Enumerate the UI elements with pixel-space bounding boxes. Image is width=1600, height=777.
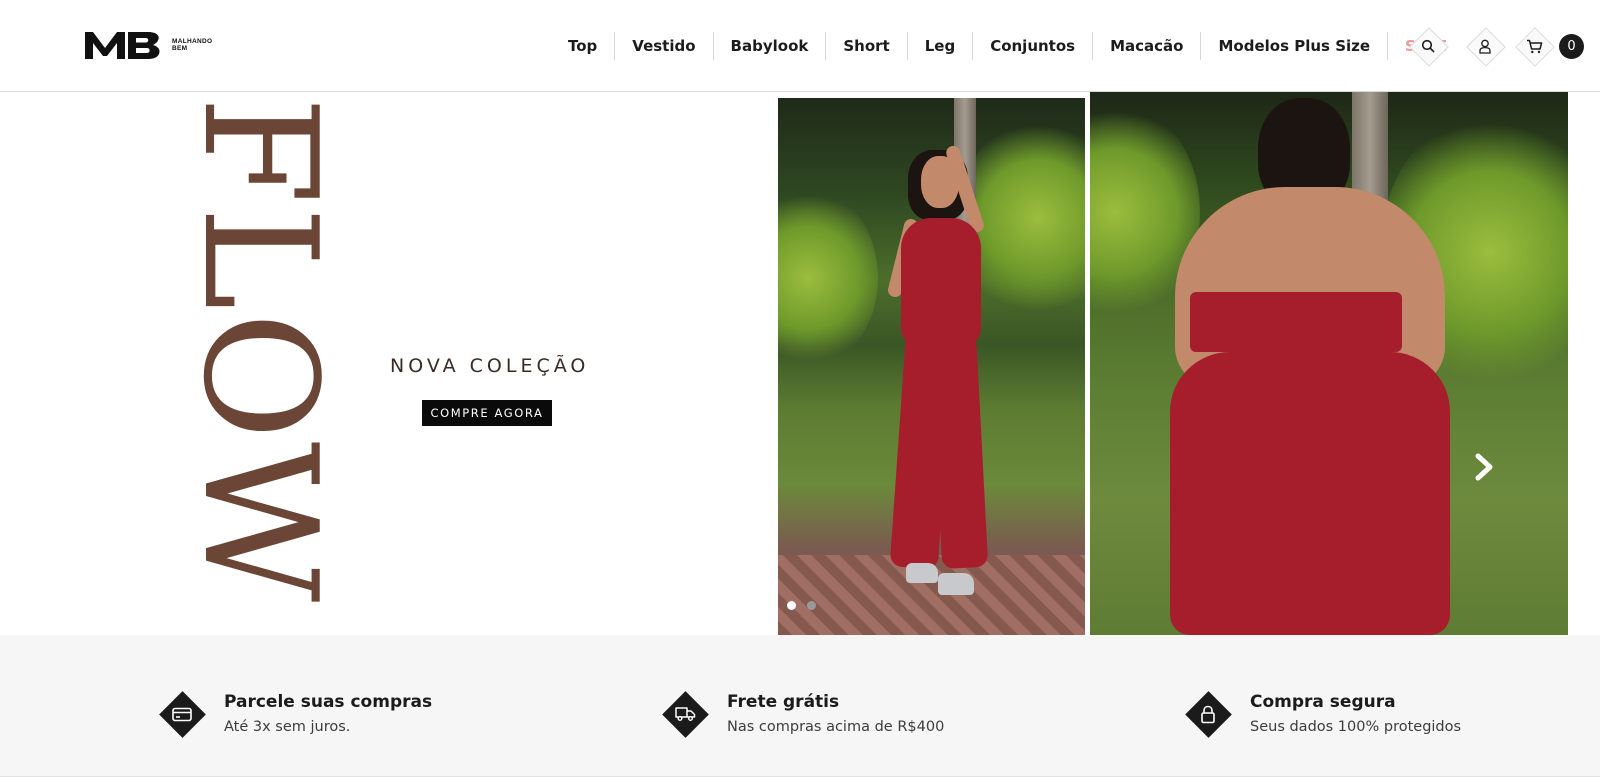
nav-item-macacao[interactable]: Macacão: [1092, 32, 1200, 60]
nav-item-top[interactable]: Top: [551, 32, 614, 60]
nav-item-modelos-plus-size[interactable]: Modelos Plus Size: [1200, 32, 1387, 60]
benefit-secure-purchase: Compra segura Seus dados 100% protegidos: [1184, 690, 1461, 738]
benefit-free-shipping: Frete grátis Nas compras acima de R$400: [661, 690, 944, 738]
nav-item-conjuntos[interactable]: Conjuntos: [972, 32, 1092, 60]
nav-item-short[interactable]: Short: [825, 32, 906, 60]
benefit-subtitle: Nas compras acima de R$400: [727, 719, 945, 735]
search-icon: [1421, 39, 1435, 53]
shop-now-button[interactable]: COMPRE AGORA: [422, 400, 552, 426]
hero-banner[interactable]: FLOW NOVA COLEÇÃO COMPRE AGORA: [0, 92, 1600, 635]
account-button[interactable]: [1466, 27, 1504, 65]
search-button[interactable]: [1409, 27, 1447, 65]
benefit-title: Frete grátis: [727, 692, 840, 712]
main-nav: Top Vestido Babylook Short Leg Conjuntos…: [551, 32, 1464, 60]
hero-photo-back: [1090, 92, 1568, 635]
slider-dot-2[interactable]: [807, 601, 816, 610]
hero-vertical-word: FLOW: [169, 96, 351, 605]
chevron-right-icon[interactable]: [1473, 452, 1495, 482]
benefit-installments: Parcele suas compras Até 3x sem juros.: [158, 690, 432, 738]
credit-card-icon: [172, 707, 192, 721]
logo-sub-line1: MALHANDO: [172, 38, 213, 45]
hero-photo-front: [778, 98, 1085, 635]
lock-icon: [1201, 705, 1215, 723]
nav-item-vestido[interactable]: Vestido: [614, 32, 712, 60]
cart-count-badge[interactable]: 0: [1559, 34, 1584, 59]
site-header: MALHANDO BEM Top Vestido Babylook Short …: [0, 0, 1600, 92]
logo-mark: [85, 32, 160, 59]
user-icon: [1479, 39, 1491, 54]
benefit-title: Parcele suas compras: [224, 692, 433, 712]
benefits-bar: Parcele suas compras Até 3x sem juros. F…: [0, 635, 1600, 777]
slider-dot-1[interactable]: [787, 601, 796, 610]
slider-pagination: [787, 601, 816, 610]
truck-icon: [674, 707, 695, 721]
benefit-subtitle: Até 3x sem juros.: [224, 719, 351, 735]
brand-logo[interactable]: MALHANDO BEM: [84, 28, 212, 62]
cart-icon: [1526, 39, 1542, 53]
logo-sub-line2: BEM: [172, 45, 188, 52]
benefit-subtitle: Seus dados 100% protegidos: [1250, 719, 1462, 735]
benefit-title: Compra segura: [1250, 692, 1396, 712]
benefit-icon-wrap: [661, 690, 709, 738]
cart-button[interactable]: [1515, 27, 1553, 65]
nav-item-babylook[interactable]: Babylook: [712, 32, 826, 60]
logo-wordmark: MALHANDO BEM: [172, 38, 212, 52]
hero-tagline: NOVA COLEÇÃO: [390, 355, 590, 377]
benefit-icon-wrap: [1184, 690, 1232, 738]
benefit-icon-wrap: [158, 690, 206, 738]
nav-item-leg[interactable]: Leg: [906, 32, 972, 60]
